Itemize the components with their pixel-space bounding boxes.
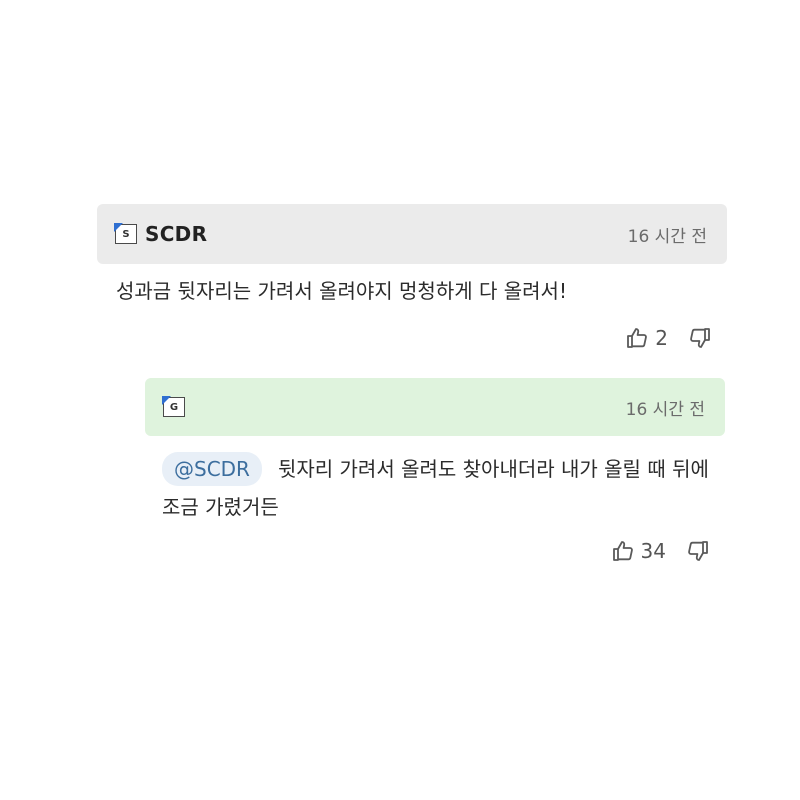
comment-actions: 2 — [625, 326, 712, 350]
mention-tag[interactable]: @SCDR — [162, 452, 262, 486]
reply-text-block: @SCDR 뒷자리 가려서 올려도 찾아내더라 내가 올릴 때 뒤에 조금 가렸거… — [162, 450, 732, 526]
like-button[interactable]: 2 — [625, 326, 688, 350]
thumbs-down-icon — [686, 539, 710, 563]
user-badge-icon: S — [114, 223, 137, 244]
thumbs-up-icon — [611, 539, 635, 563]
comment-text: 성과금 뒷자리는 가려서 올려야지 멍청하게 다 올려서! — [116, 279, 567, 303]
like-count: 2 — [655, 326, 668, 350]
dislike-button[interactable] — [688, 326, 712, 350]
thumbs-up-icon — [625, 326, 649, 350]
like-count: 34 — [640, 539, 666, 563]
dislike-button[interactable] — [686, 539, 710, 563]
thumbs-down-icon — [688, 326, 712, 350]
comment-header: S SCDR 16 시간 전 — [97, 204, 727, 264]
reply-header: G 16 시간 전 — [145, 378, 725, 436]
username[interactable]: SCDR — [145, 222, 207, 246]
timestamp: 16 시간 전 — [627, 226, 707, 247]
reply-actions: 34 — [611, 539, 710, 563]
user-badge-icon: G — [162, 396, 185, 417]
like-button[interactable]: 34 — [611, 539, 686, 563]
timestamp: 16 시간 전 — [625, 399, 705, 420]
